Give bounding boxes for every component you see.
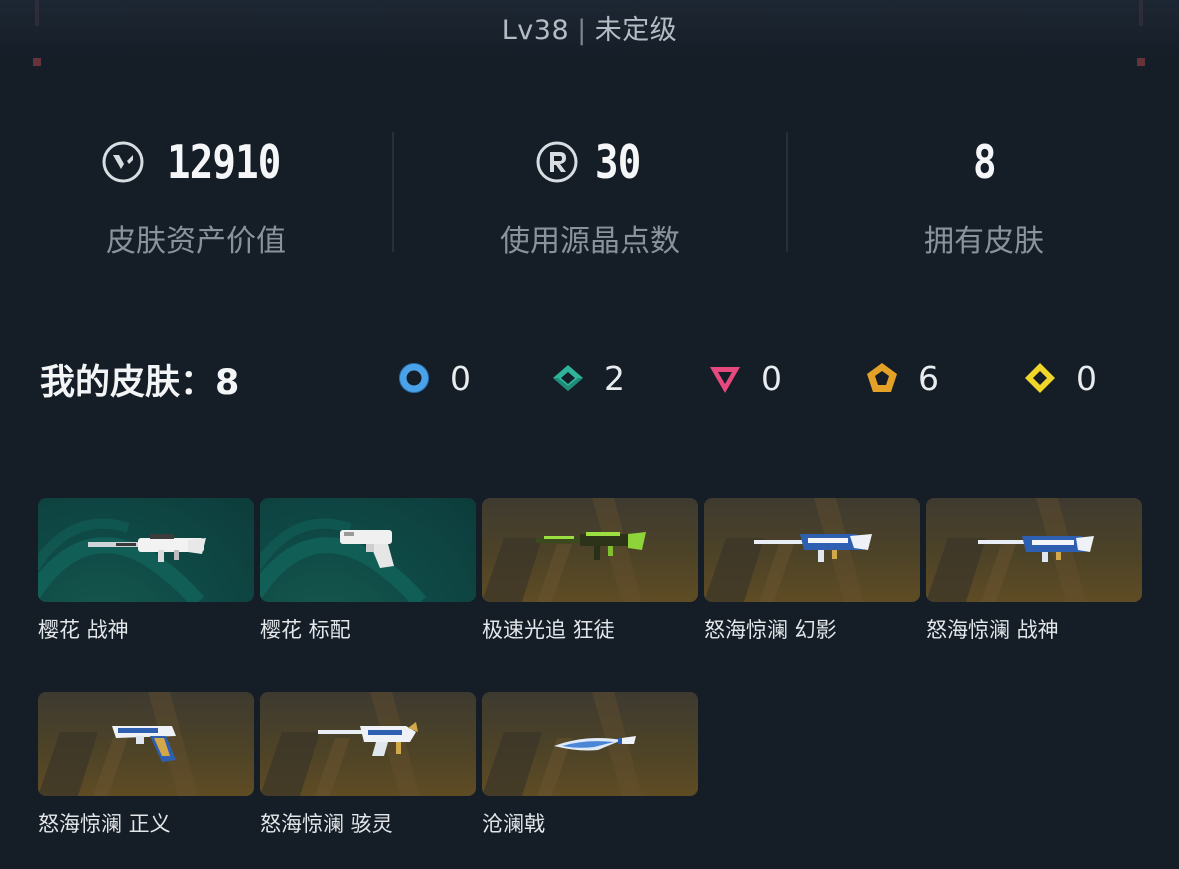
stat-value: 8	[972, 135, 997, 189]
exclusive-tier-icon	[867, 363, 897, 392]
stat-skin-value: 12910 皮肤资产价值	[0, 128, 392, 259]
skin-card[interactable]: 怒海惊澜 正义	[38, 692, 254, 862]
rarity-count: 2	[604, 358, 625, 398]
stat-label: 拥有皮肤	[924, 224, 1044, 259]
skin-thumbnail	[482, 498, 698, 602]
rarity-count: 0	[450, 358, 471, 398]
skin-card[interactable]: 怒海惊澜 骇灵	[260, 692, 476, 862]
level-rank-line: Lv38 | 未定级	[0, 8, 1179, 47]
rarity-ultra[interactable]: 0	[1022, 358, 1097, 398]
weapon-rifle-icon	[978, 536, 1094, 562]
deluxe-tier-icon	[553, 365, 583, 391]
skin-thumbnail	[260, 692, 476, 796]
skin-card[interactable]: 沧澜戟	[482, 692, 698, 862]
rarity-count: 6	[918, 358, 939, 398]
skin-thumbnail	[704, 498, 920, 602]
premium-tier-icon	[710, 367, 740, 393]
level-separator: |	[577, 15, 587, 46]
skin-name: 怒海惊澜 骇灵	[260, 812, 393, 836]
player-rank: 未定级	[594, 15, 678, 46]
skin-card[interactable]: 樱花 标配	[260, 498, 476, 668]
rarity-exclusive[interactable]: 6	[864, 358, 939, 398]
skin-thumbnail	[38, 692, 254, 796]
skin-thumbnail	[38, 498, 254, 602]
stat-label: 皮肤资产价值	[106, 224, 286, 259]
valorant-points-icon	[102, 141, 144, 183]
rarity-count: 0	[761, 358, 782, 398]
stat-value: 30	[595, 135, 641, 189]
rarity-select[interactable]: 0	[396, 358, 471, 398]
weapon-rifle-icon	[536, 532, 646, 560]
stat-label: 使用源晶点数	[500, 224, 680, 259]
skin-name: 怒海惊澜 正义	[38, 812, 171, 836]
skin-name: 极速光追 狂徒	[482, 618, 615, 642]
weapon-rifle-icon	[88, 534, 206, 562]
rarity-count: 0	[1076, 358, 1097, 398]
select-tier-icon	[399, 363, 429, 393]
player-level: Lv38	[501, 15, 570, 46]
skin-card[interactable]: 怒海惊澜 战神	[926, 498, 1142, 668]
skin-card[interactable]: 樱花 战神	[38, 498, 254, 668]
rarity-deluxe[interactable]: 2	[550, 358, 625, 398]
skin-thumbnail	[482, 692, 698, 796]
stat-owned-skins: 8 拥有皮肤	[788, 128, 1179, 259]
skin-card[interactable]: 极速光追 狂徒	[482, 498, 698, 668]
skin-name: 樱花 标配	[260, 618, 351, 642]
weapon-pistol-icon	[340, 530, 394, 568]
weapon-smg-icon	[318, 722, 418, 756]
radianite-points-icon	[536, 141, 578, 183]
skin-thumbnail	[260, 498, 476, 602]
my-skins-title: 我的皮肤：8	[40, 363, 240, 403]
stat-radianite-points: 30 使用源晶点数	[394, 128, 786, 259]
rarity-premium[interactable]: 0	[707, 358, 782, 398]
stats-panel: 12910 皮肤资产价值 30 使用源晶点数 8 拥有皮肤	[0, 128, 1179, 259]
weapon-rifle-icon	[754, 534, 872, 562]
weapon-pistol-icon	[112, 726, 176, 762]
skin-thumbnail	[926, 498, 1142, 602]
skin-name: 怒海惊澜 幻影	[704, 618, 837, 642]
skin-name: 沧澜戟	[482, 812, 545, 836]
skin-name: 樱花 战神	[38, 618, 129, 642]
stat-value: 12910	[167, 135, 281, 189]
weapon-knife-icon	[554, 736, 636, 751]
ultra-tier-icon	[1025, 363, 1055, 393]
skin-card[interactable]: 怒海惊澜 幻影	[704, 498, 920, 668]
skin-name: 怒海惊澜 战神	[926, 618, 1059, 642]
rarity-summary-row: 我的皮肤：8 0 2 0 6 0	[0, 350, 1179, 406]
